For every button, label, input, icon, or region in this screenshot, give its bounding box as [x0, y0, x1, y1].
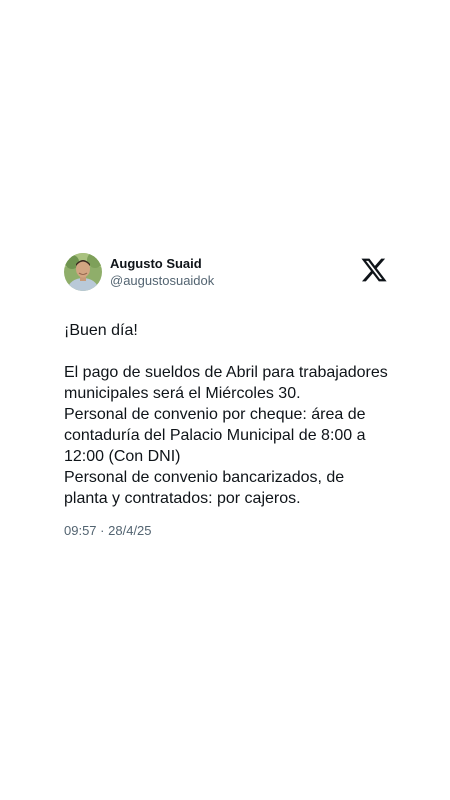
tweet-line-payment: El pago de sueldos de Abril para trabaja… [64, 364, 388, 402]
tweet-line-cheque: Personal de convenio por cheque: área de… [64, 406, 366, 465]
tweet-line-cajeros: Personal de convenio bancarizados, de pl… [64, 469, 345, 507]
avatar[interactable] [64, 253, 102, 291]
tweet-timestamp[interactable]: 09:57 · 28/4/25 [64, 523, 388, 538]
tweet-text: ¡Buen día! El pago de sueldos de Abril p… [64, 320, 388, 509]
tweet-line-spacer [64, 341, 388, 362]
tweet-header: Augusto Suaid @augustosuaidok [64, 252, 388, 292]
tweet-card: Augusto Suaid @augustosuaidok ¡Buen día!… [64, 252, 388, 538]
x-logo-icon[interactable] [360, 256, 388, 284]
tweet-date: 28/4/25 [108, 523, 152, 538]
tweet-line-greeting: ¡Buen día! [64, 322, 138, 339]
tweet-time: 09:57 [64, 523, 97, 538]
author-handle[interactable]: @augustosuaidok [110, 273, 214, 289]
author-name[interactable]: Augusto Suaid [110, 256, 214, 272]
tweet-separator: · [100, 523, 105, 538]
author-info: Augusto Suaid @augustosuaidok [110, 256, 214, 288]
profile-photo-icon [64, 253, 102, 291]
